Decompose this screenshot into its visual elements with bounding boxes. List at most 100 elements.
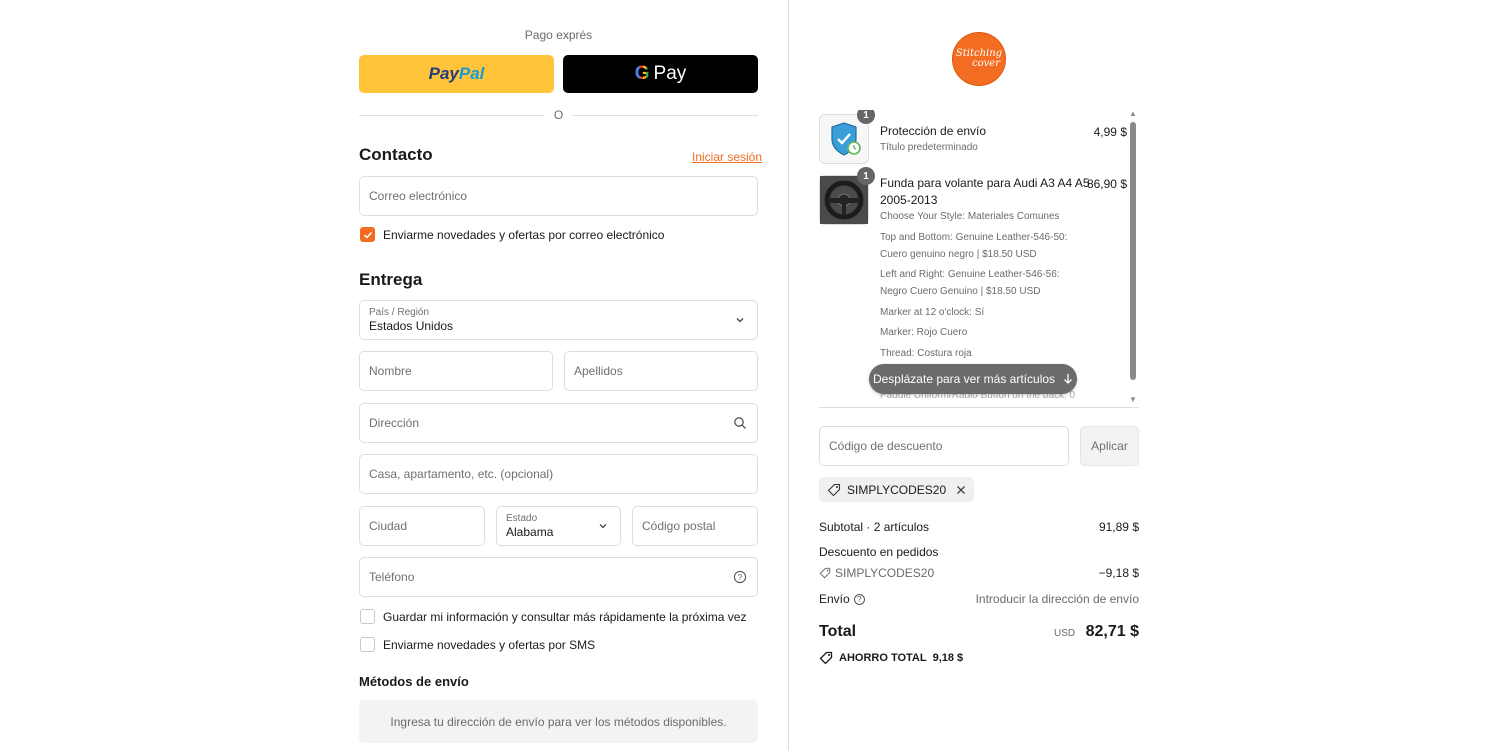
scroll-more-items-button[interactable]: Desplázate para ver más artículos [869, 364, 1077, 394]
help-icon[interactable]: ? [733, 570, 747, 584]
item-option: Choose Your Style: Materiales Comunes [880, 211, 1060, 222]
item-title: Protección de envío [880, 124, 987, 138]
or-text: O [553, 108, 564, 122]
shipping-label-wrap: Envío ? [819, 592, 865, 606]
shipping-label: Envío [819, 592, 850, 606]
paypal-button[interactable]: Pay Pal [359, 55, 554, 93]
shipping-methods-info: Ingresa tu dirección de envío para ver l… [359, 700, 758, 743]
product-thumbnail: 1 [819, 167, 875, 225]
shipping-row: Envío ? Introducir la dirección de envío [819, 592, 1139, 606]
paypal-logo-part1: Pay [428, 64, 459, 83]
address-field[interactable]: Dirección [359, 403, 758, 443]
shipping-methods-heading: Métodos de envío [359, 674, 469, 689]
chevron-down-icon [736, 318, 744, 323]
save-info-label: Guardar mi información y consultar más r… [383, 609, 747, 624]
login-link[interactable]: Iniciar sesión [692, 150, 762, 164]
total-currency: USD [1054, 628, 1076, 639]
sms-option[interactable]: Enviarme novedades y ofertas por SMS [360, 637, 595, 652]
newsletter-label: Enviarme novedades y ofertas por correo … [383, 227, 665, 242]
save-info-checkbox[interactable] [360, 609, 375, 624]
discount-code-input[interactable]: Código de descuento [819, 426, 1069, 466]
checkout-form-panel: Pago exprés Pay Pal G Pay O Contacto Inic… [0, 0, 789, 750]
item-title-line1: Funda para volante para Audi A3 A4 A5 [880, 176, 1090, 190]
newsletter-checkbox[interactable] [360, 227, 375, 242]
subtotal-row: Subtotal · 2 artículos 91,89 $ [819, 520, 1139, 534]
order-discount-row: Descuento en pedidos [819, 545, 1139, 559]
item-option: Top and Bottom: Genuine Leather-546-50: [880, 232, 1068, 243]
svg-text:?: ? [738, 573, 743, 582]
phone-placeholder: Teléfono [369, 570, 415, 584]
item-price: 4,99 $ [1093, 125, 1127, 139]
google-g-icon: G [634, 63, 650, 84]
logo-text-line2: cover [972, 58, 1000, 69]
quantity-badge: 1 [857, 167, 875, 185]
total-amount-wrap: USD 82,71 $ [1054, 623, 1139, 641]
applied-code-chip: SIMPLYCODES20 [819, 477, 975, 502]
last-name-field[interactable]: Apellidos [564, 351, 758, 391]
tag-icon [819, 567, 831, 579]
order-summary-panel: Stitching cover 1 Protección de envío Tí… [789, 0, 1500, 750]
discount-code-row: SIMPLYCODES20 −9,18 $ [819, 566, 1139, 580]
google-pay-button[interactable]: G Pay [563, 55, 758, 93]
address-placeholder: Dirección [369, 416, 420, 430]
country-value: Estados Unidos [369, 318, 454, 333]
total-value: 82,71 $ [1085, 623, 1139, 640]
google-pay-label: Pay [653, 63, 687, 84]
discount-placeholder: Código de descuento [829, 439, 943, 453]
subtotal-value: 91,89 $ [1098, 520, 1139, 534]
apartment-placeholder: Casa, apartamento, etc. (opcional) [369, 467, 554, 481]
email-placeholder: Correo electrónico [369, 189, 468, 203]
check-icon [363, 231, 372, 239]
country-label: País / Región [369, 306, 430, 318]
paypal-logo-part2: Pal [458, 64, 485, 83]
phone-field[interactable]: Teléfono ? [359, 557, 758, 597]
apply-discount-button[interactable]: Aplicar [1080, 426, 1139, 466]
state-label: Estado [506, 512, 538, 524]
item-option: Marker at 12 o'clock: Sí [880, 307, 985, 318]
total-row: Total USD 82,71 $ [819, 623, 1139, 641]
apartment-field[interactable]: Casa, apartamento, etc. (opcional) [359, 454, 758, 494]
shipping-value: Introducir la dirección de envío [975, 592, 1139, 606]
contact-heading: Contacto [359, 145, 433, 164]
sms-checkbox[interactable] [360, 637, 375, 652]
subtotal-label: Subtotal · 2 artículos [819, 520, 930, 534]
divider-line [359, 114, 544, 116]
express-checkout-label: Pago exprés [524, 28, 593, 42]
last-name-placeholder: Apellidos [574, 364, 623, 378]
city-placeholder: Ciudad [369, 519, 408, 533]
search-icon [734, 417, 746, 429]
country-select[interactable]: País / Región Estados Unidos [359, 300, 758, 340]
scroll-down-arrow[interactable]: ▼ [1129, 396, 1137, 404]
help-icon[interactable]: ? [853, 593, 865, 605]
delivery-heading: Entrega [359, 270, 423, 289]
order-discount-label: Descuento en pedidos [819, 545, 939, 559]
item-price: 86,90 $ [1086, 177, 1127, 191]
discount-value: −9,18 $ [1098, 566, 1139, 580]
first-name-field[interactable]: Nombre [359, 351, 553, 391]
cart-scrollbar[interactable] [1130, 122, 1136, 380]
sms-label: Enviarme novedades y ofertas por SMS [383, 637, 596, 652]
scroll-up-arrow[interactable]: ▲ [1129, 110, 1137, 118]
email-field[interactable]: Correo electrónico [359, 176, 758, 216]
newsletter-option[interactable]: Enviarme novedades y ofertas por correo … [360, 227, 664, 242]
item-option: Cuero genuino negro | $18.50 USD [880, 249, 1037, 260]
item-option: Marker: Rojo Cuero [880, 327, 968, 338]
state-select[interactable]: Estado Alabama [496, 506, 621, 546]
remove-code-icon[interactable] [956, 485, 966, 495]
city-field[interactable]: Ciudad [359, 506, 485, 546]
total-savings: AHORRO TOTAL 9,18 $ [819, 651, 963, 665]
chevron-down-icon [599, 524, 607, 529]
item-option: Negro Cuero Genuino | $18.50 USD [880, 286, 1041, 297]
total-label: Total [819, 623, 857, 640]
divider-line [573, 114, 758, 116]
store-logo[interactable]: Stitching cover [952, 32, 1006, 86]
item-title-line2: 2005-2013 [880, 193, 938, 207]
tag-icon [827, 483, 841, 496]
item-variant: Título predeterminado [880, 142, 978, 153]
product-thumbnail: 1 [819, 110, 875, 164]
postal-code-field[interactable]: Código postal [632, 506, 758, 546]
state-value: Alabama [506, 524, 554, 539]
tag-icon [819, 651, 833, 665]
save-info-option[interactable]: Guardar mi información y consultar más r… [360, 609, 746, 624]
or-divider: O [359, 108, 758, 122]
